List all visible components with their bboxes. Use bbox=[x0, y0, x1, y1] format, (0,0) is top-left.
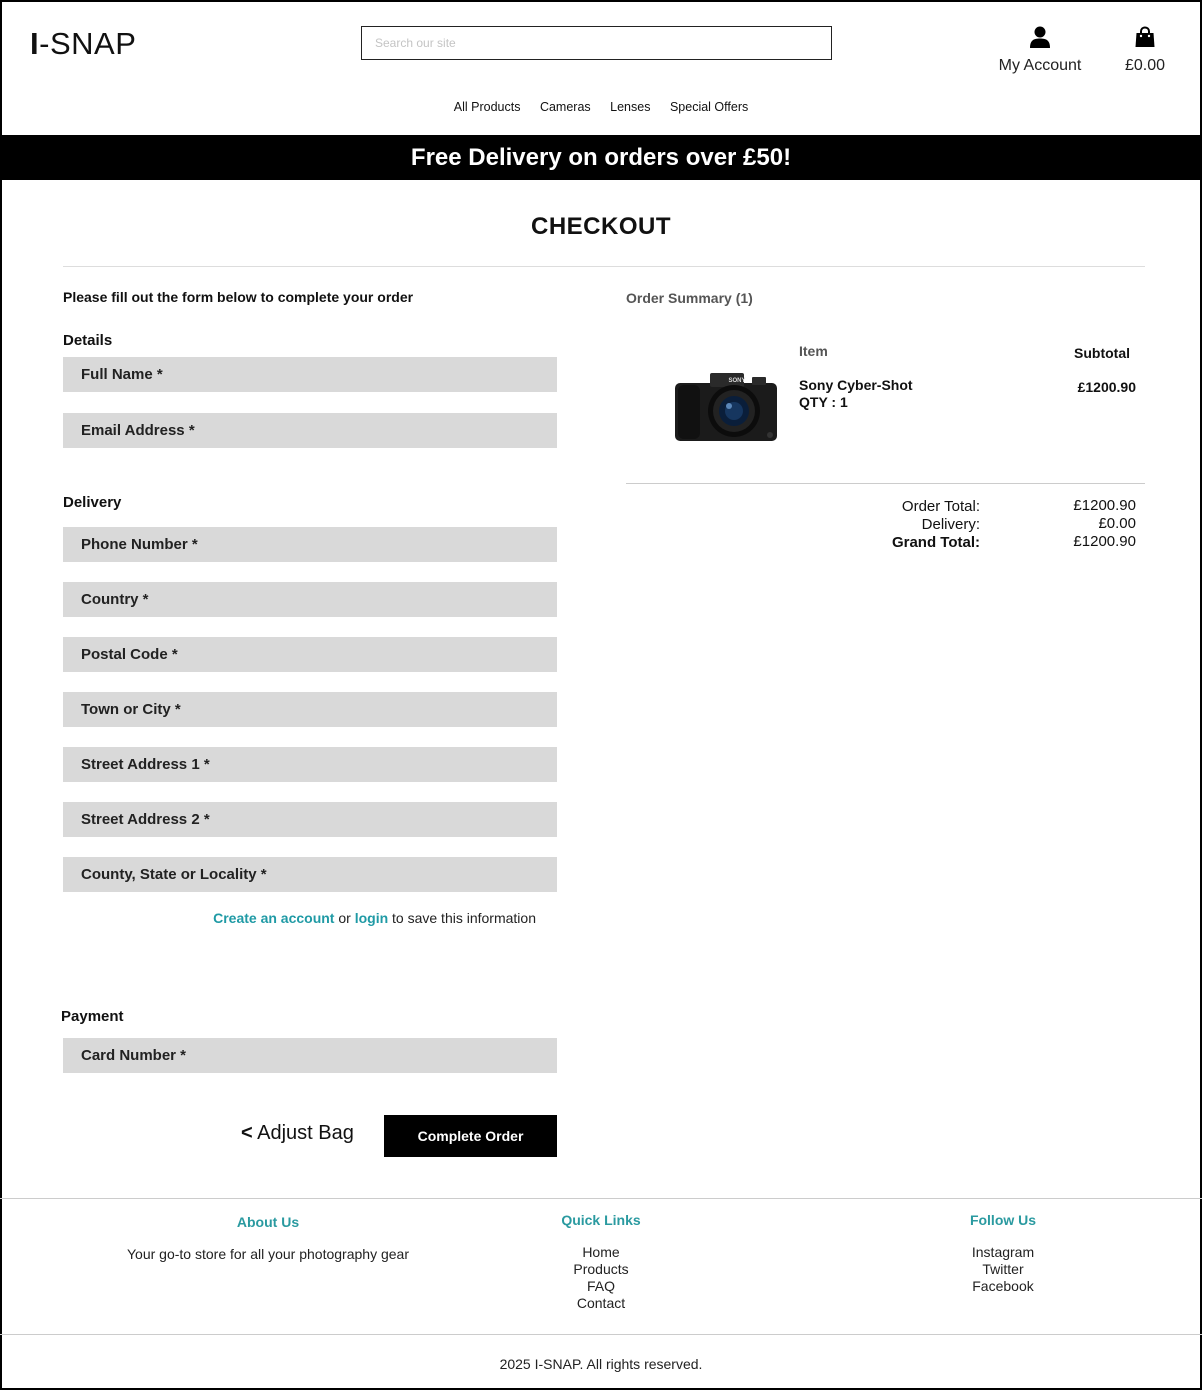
create-account-link[interactable]: Create an account bbox=[213, 910, 334, 926]
save-note-text: to save this information bbox=[388, 910, 536, 926]
account-label: My Account bbox=[998, 57, 1082, 74]
product-image[interactable]: SONY bbox=[672, 365, 780, 443]
complete-order-button[interactable]: Complete Order bbox=[384, 1115, 557, 1157]
footer-link-contact[interactable]: Contact bbox=[501, 1295, 701, 1312]
product-qty: QTY : 1 bbox=[799, 394, 848, 410]
payment-heading: Payment bbox=[61, 1008, 124, 1025]
grand-total-value: £1200.90 bbox=[1073, 533, 1136, 550]
footer-bottom-divider bbox=[0, 1334, 1202, 1335]
user-icon bbox=[1030, 26, 1050, 48]
nav-all-products[interactable]: All Products bbox=[454, 100, 521, 114]
footer-link-home[interactable]: Home bbox=[501, 1244, 701, 1261]
nav-lenses[interactable]: Lenses bbox=[610, 100, 650, 114]
shopping-bag-link[interactable]: £0.00 bbox=[1118, 26, 1172, 75]
summary-divider bbox=[626, 483, 1145, 484]
details-heading: Details bbox=[63, 332, 113, 349]
item-column-header: Item bbox=[799, 343, 828, 359]
footer-divider bbox=[0, 1198, 1202, 1199]
footer-link-faq[interactable]: FAQ bbox=[501, 1278, 701, 1295]
nav-cameras[interactable]: Cameras bbox=[540, 100, 591, 114]
full-name-field[interactable]: Full Name * bbox=[63, 357, 557, 392]
delivery-banner: Free Delivery on orders over £50! bbox=[0, 135, 1202, 180]
country-field[interactable]: Country * bbox=[63, 582, 557, 617]
order-summary-title: Order Summary (1) bbox=[626, 290, 753, 306]
footer-quick-links: Quick Links Home Products FAQ Contact bbox=[501, 1212, 701, 1312]
footer-link-facebook[interactable]: Facebook bbox=[903, 1278, 1103, 1295]
save-note-or: or bbox=[334, 910, 355, 926]
delivery-label: Delivery: bbox=[921, 516, 980, 533]
save-info-note: Create an account or login to save this … bbox=[63, 910, 536, 926]
nav-special-offers[interactable]: Special Offers bbox=[670, 100, 748, 114]
footer-link-instagram[interactable]: Instagram bbox=[903, 1244, 1103, 1261]
footer-about: About Us Your go-to store for all your p… bbox=[68, 1214, 468, 1263]
delivery-value: £0.00 bbox=[1098, 515, 1136, 532]
form-intro: Please fill out the form below to comple… bbox=[63, 289, 414, 305]
shopping-bag-icon bbox=[1135, 26, 1155, 47]
street-address-2-field[interactable]: Street Address 2 * bbox=[63, 802, 557, 837]
footer-link-twitter[interactable]: Twitter bbox=[903, 1261, 1103, 1278]
email-field[interactable]: Email Address * bbox=[63, 413, 557, 448]
adjust-bag-link[interactable]: < Adjust Bag bbox=[241, 1122, 354, 1145]
quick-links-heading: Quick Links bbox=[561, 1212, 641, 1228]
main-nav: All Products Cameras Lenses Special Offe… bbox=[0, 100, 1202, 114]
copyright: 2025 I-SNAP. All rights reserved. bbox=[499, 1356, 703, 1372]
subtotal-column-header: Subtotal bbox=[1074, 345, 1130, 361]
order-total-label: Order Total: bbox=[901, 498, 980, 515]
login-link[interactable]: login bbox=[355, 910, 388, 926]
about-text: Your go-to store for all your photograph… bbox=[127, 1246, 409, 1262]
street-address-1-field[interactable]: Street Address 1 * bbox=[63, 747, 557, 782]
product-name: Sony Cyber-Shot bbox=[799, 377, 913, 393]
order-total-value: £1200.90 bbox=[1073, 497, 1136, 514]
bag-total: £0.00 bbox=[1124, 57, 1166, 74]
my-account-link[interactable]: My Account bbox=[990, 26, 1090, 75]
postcode-field[interactable]: Postal Code * bbox=[63, 637, 557, 672]
grand-total-label: Grand Total: bbox=[891, 534, 980, 551]
product-brand-mark: SONY bbox=[728, 378, 745, 384]
footer-follow: Follow Us Instagram Twitter Facebook bbox=[903, 1212, 1103, 1295]
county-field[interactable]: County, State or Locality * bbox=[63, 857, 557, 892]
page-title: CHECKOUT bbox=[531, 213, 671, 240]
about-heading: About Us bbox=[236, 1214, 300, 1230]
follow-heading: Follow Us bbox=[969, 1212, 1037, 1228]
delivery-heading: Delivery bbox=[63, 494, 122, 511]
town-field[interactable]: Town or City * bbox=[63, 692, 557, 727]
site-logo[interactable]: I-SNAP bbox=[30, 26, 136, 62]
card-number-field[interactable]: Card Number * bbox=[63, 1038, 557, 1073]
product-subtotal: £1200.90 bbox=[1077, 379, 1136, 395]
phone-field[interactable]: Phone Number * bbox=[63, 527, 557, 562]
search-input[interactable] bbox=[361, 26, 832, 60]
divider bbox=[63, 266, 1145, 267]
footer-link-products[interactable]: Products bbox=[501, 1261, 701, 1278]
